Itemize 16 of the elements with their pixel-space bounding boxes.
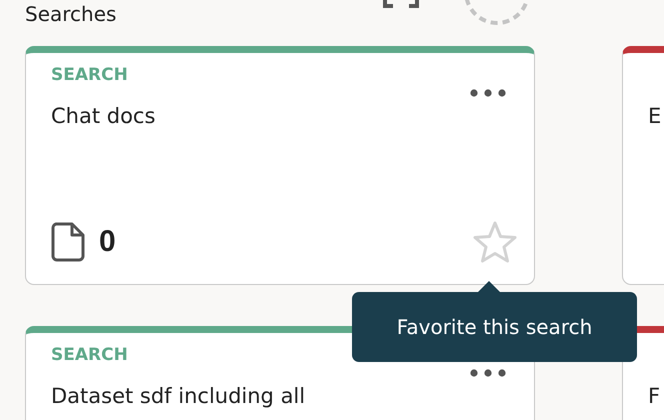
more-options-icon[interactable] xyxy=(470,369,506,377)
star-icon[interactable] xyxy=(472,220,518,264)
section-title: Searches xyxy=(25,2,118,26)
card-title: F xyxy=(648,383,660,410)
bracket-icon[interactable] xyxy=(383,0,419,8)
card-title: E xyxy=(648,103,662,130)
search-card[interactable]: E xyxy=(622,46,664,285)
document-icon xyxy=(51,222,85,262)
document-count: 0 xyxy=(99,225,116,259)
card-type-label: SEARCH xyxy=(51,64,128,87)
tooltip: Favorite this search xyxy=(352,292,637,362)
card-type-label: SEARCH xyxy=(51,344,128,367)
more-options-icon[interactable] xyxy=(470,89,506,97)
card-title: Dataset sdf including all xyxy=(51,383,306,410)
card-title: Chat docs xyxy=(51,103,156,130)
search-card[interactable]: SEARCH Chat docs 0 xyxy=(25,46,535,285)
